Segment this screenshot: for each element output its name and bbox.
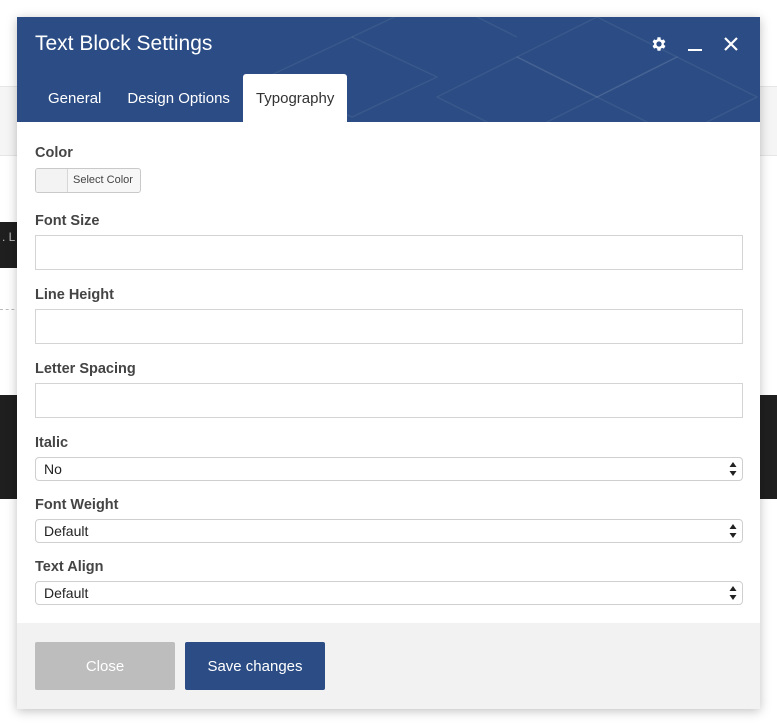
font-size-field: Font Size [35, 213, 743, 270]
text-align-label: Text Align [35, 559, 104, 575]
font-weight-label: Font Weight [35, 497, 119, 513]
italic-label: Italic [35, 435, 69, 451]
font-weight-select-value: Default [44, 523, 89, 539]
select-color-button[interactable]: Select Color [35, 168, 141, 193]
line-height-label: Line Height [35, 287, 114, 303]
font-size-input[interactable] [35, 235, 743, 270]
select-arrows-icon [729, 586, 737, 600]
tab-general[interactable]: General [35, 74, 114, 122]
background-dark-block-right [757, 395, 777, 499]
select-arrows-icon [729, 462, 737, 476]
font-size-label: Font Size [35, 213, 100, 229]
save-changes-button[interactable]: Save changes [185, 642, 325, 690]
italic-select[interactable]: No [35, 457, 743, 481]
text-align-field: Text Align Default [35, 559, 743, 605]
tab-typography[interactable]: Typography [242, 74, 348, 122]
background-text: . L [2, 230, 16, 244]
letter-spacing-input[interactable] [35, 383, 743, 418]
settings-modal: Text Block Settings General Design Optio… [17, 17, 760, 709]
letter-spacing-label: Letter Spacing [35, 361, 136, 377]
color-field: Color Select Color [35, 145, 743, 193]
modal-footer: Close Save changes [17, 623, 760, 709]
letter-spacing-field: Letter Spacing [35, 361, 743, 418]
line-height-field: Line Height [35, 287, 743, 344]
line-height-input[interactable] [35, 309, 743, 344]
modal-header[interactable]: Text Block Settings General Design Optio… [17, 17, 760, 122]
tab-design-options[interactable]: Design Options [114, 74, 243, 122]
text-align-select[interactable]: Default [35, 581, 743, 605]
select-color-label: Select Color [73, 174, 133, 186]
text-align-select-value: Default [44, 585, 89, 601]
color-swatch [36, 169, 68, 192]
select-arrows-icon [729, 524, 737, 538]
font-weight-select[interactable]: Default [35, 519, 743, 543]
italic-select-value: No [44, 461, 62, 477]
italic-field: Italic No [35, 435, 743, 481]
color-label: Color [35, 145, 73, 161]
window-controls [648, 33, 742, 55]
minimize-icon[interactable] [684, 33, 706, 55]
close-icon[interactable] [720, 33, 742, 55]
font-weight-field: Font Weight Default [35, 497, 743, 543]
tab-bar: General Design Options Typography [35, 74, 348, 122]
gear-icon[interactable] [648, 33, 670, 55]
close-button[interactable]: Close [35, 642, 175, 690]
modal-title: Text Block Settings [35, 32, 213, 55]
